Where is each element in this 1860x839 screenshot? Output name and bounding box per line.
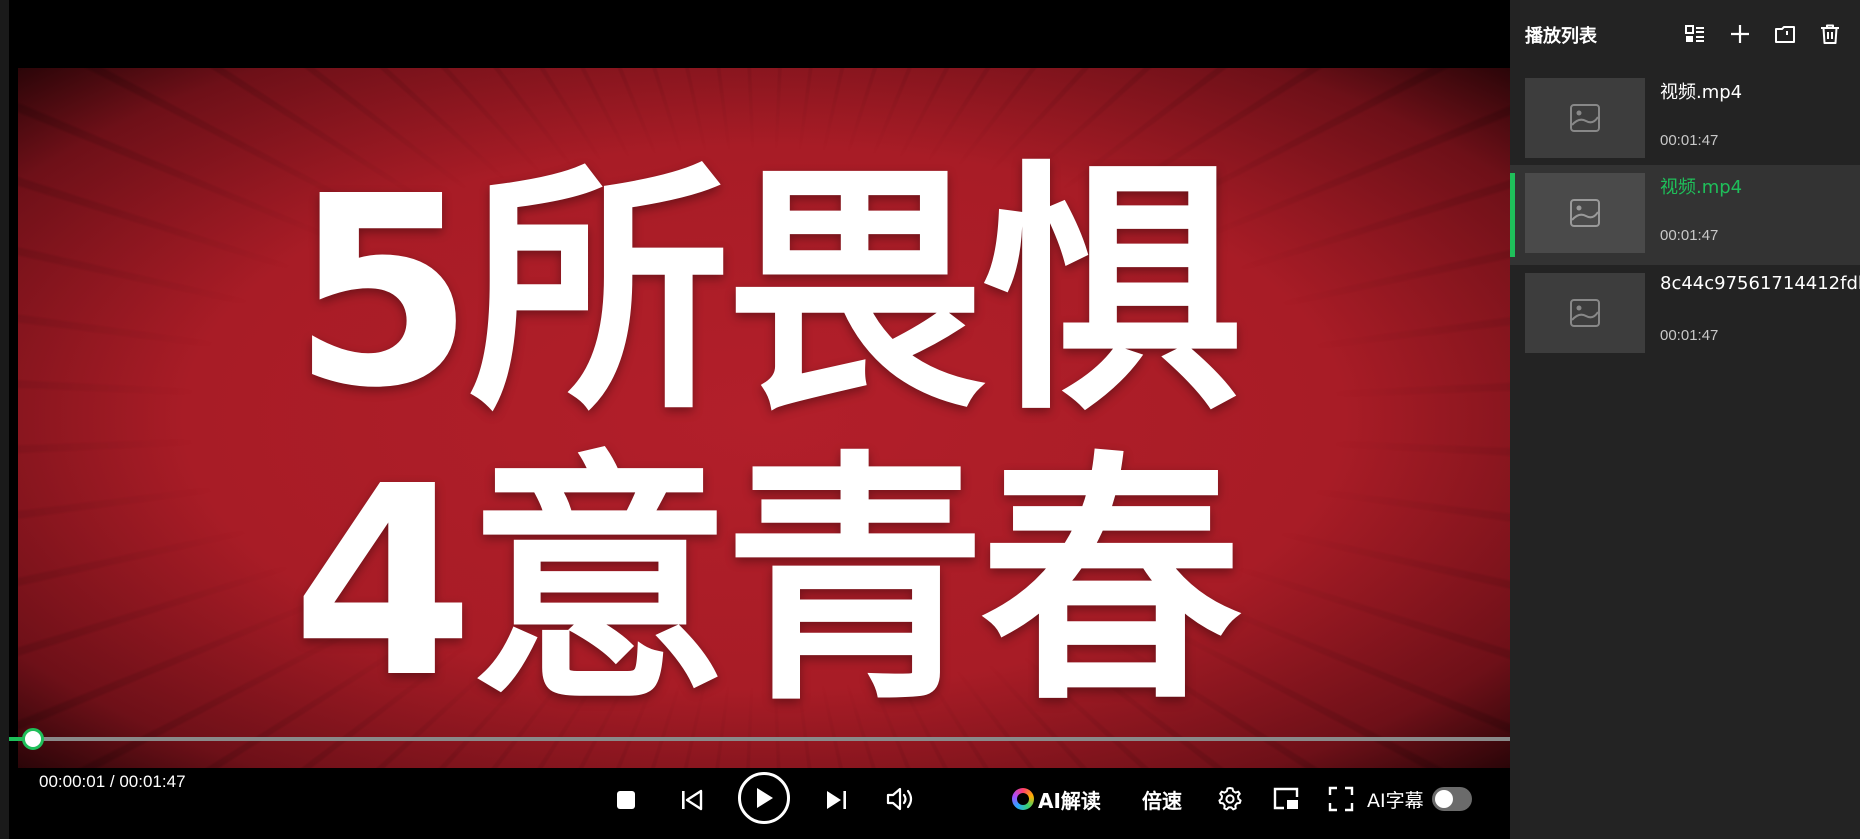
next-button[interactable] — [821, 786, 851, 814]
image-placeholder-icon — [1570, 299, 1600, 327]
volume-button[interactable] — [885, 784, 917, 814]
play-icon — [757, 788, 773, 808]
thumbnail — [1525, 173, 1645, 253]
ai-subtitle-toggle[interactable]: AI字幕 — [1367, 784, 1472, 814]
control-bar: 00:00:01 / 00:01:47 AI解读 倍速 AI字幕 — [9, 768, 1519, 839]
video-caption-line-2: 4意青春 — [291, 430, 1242, 735]
video-caption: 5所畏惧 4意青春 — [18, 148, 1510, 728]
playlist-item[interactable]: 视频.mp4 00:01:47 — [1510, 70, 1860, 170]
ai-subtitle-switch[interactable] — [1431, 787, 1472, 811]
volume-icon — [886, 787, 913, 811]
playlist-item-name: 8c44c97561714412fdbe — [1660, 273, 1860, 294]
playlist-view-button[interactable] — [1683, 22, 1707, 46]
playlist-item-active[interactable]: 视频.mp4 00:01:47 — [1510, 165, 1860, 265]
playlist-item-duration: 00:01:47 — [1660, 227, 1719, 244]
fullscreen-icon — [1328, 786, 1354, 812]
settings-button[interactable] — [1215, 784, 1245, 814]
speed-button[interactable]: 倍速 — [1142, 784, 1182, 814]
video-caption-line-1: 5所畏惧 — [291, 140, 1242, 445]
thumbnail — [1525, 273, 1645, 353]
playlist-header: 播放列表 — [1510, 0, 1860, 70]
image-placeholder-icon — [1570, 104, 1600, 132]
add-folder-button[interactable] — [1773, 22, 1797, 46]
stop-icon — [617, 791, 635, 809]
thumbnail — [1525, 78, 1645, 158]
clear-playlist-button[interactable] — [1818, 22, 1842, 46]
picture-in-picture-button[interactable] — [1271, 784, 1301, 814]
stop-button[interactable] — [612, 786, 640, 814]
ai-read-button[interactable]: AI解读 — [1012, 784, 1101, 814]
play-button[interactable] — [738, 772, 790, 824]
skip-previous-icon — [682, 789, 703, 811]
playlist-item-name: 视频.mp4 — [1660, 177, 1743, 198]
playlist-item[interactable]: 8c44c97561714412fdbe 00:01:47 — [1510, 265, 1860, 365]
video-frame[interactable]: 5所畏惧 4意青春 — [18, 68, 1510, 768]
playlist-item-name: 视频.mp4 — [1660, 82, 1743, 103]
plus-icon — [1731, 25, 1749, 43]
time-display: 00:00:01 / 00:01:47 — [39, 772, 186, 791]
trash-icon — [1821, 24, 1839, 44]
skip-next-icon — [827, 791, 846, 809]
add-file-button[interactable] — [1728, 22, 1752, 46]
fullscreen-button[interactable] — [1326, 784, 1356, 814]
gear-icon — [1218, 787, 1242, 811]
image-placeholder-icon — [1570, 199, 1600, 227]
playlist-item-duration: 00:01:47 — [1660, 327, 1719, 344]
list-view-icon — [1685, 25, 1704, 42]
playlist-panel: 播放列表 视频.mp4 00:01:47 视频.mp4 00:01:47 8c4… — [1510, 0, 1860, 839]
playlist-item-duration: 00:01:47 — [1660, 132, 1719, 149]
picture-in-picture-icon — [1273, 787, 1299, 810]
ai-read-label: AI解读 — [1038, 788, 1101, 813]
previous-button[interactable] — [677, 786, 707, 814]
active-indicator — [1510, 173, 1515, 257]
progress-handle[interactable] — [22, 728, 44, 750]
playlist-title: 播放列表 — [1525, 26, 1597, 47]
ai-logo-icon — [1012, 788, 1034, 810]
folder-icon — [1775, 26, 1795, 43]
video-player[interactable]: 5所畏惧 4意青春 00:00:01 / 00:01:47 AI解读 倍速 AI… — [0, 0, 1519, 839]
ai-subtitle-label: AI字幕 — [1367, 789, 1424, 812]
progress-bar[interactable] — [9, 728, 1519, 750]
